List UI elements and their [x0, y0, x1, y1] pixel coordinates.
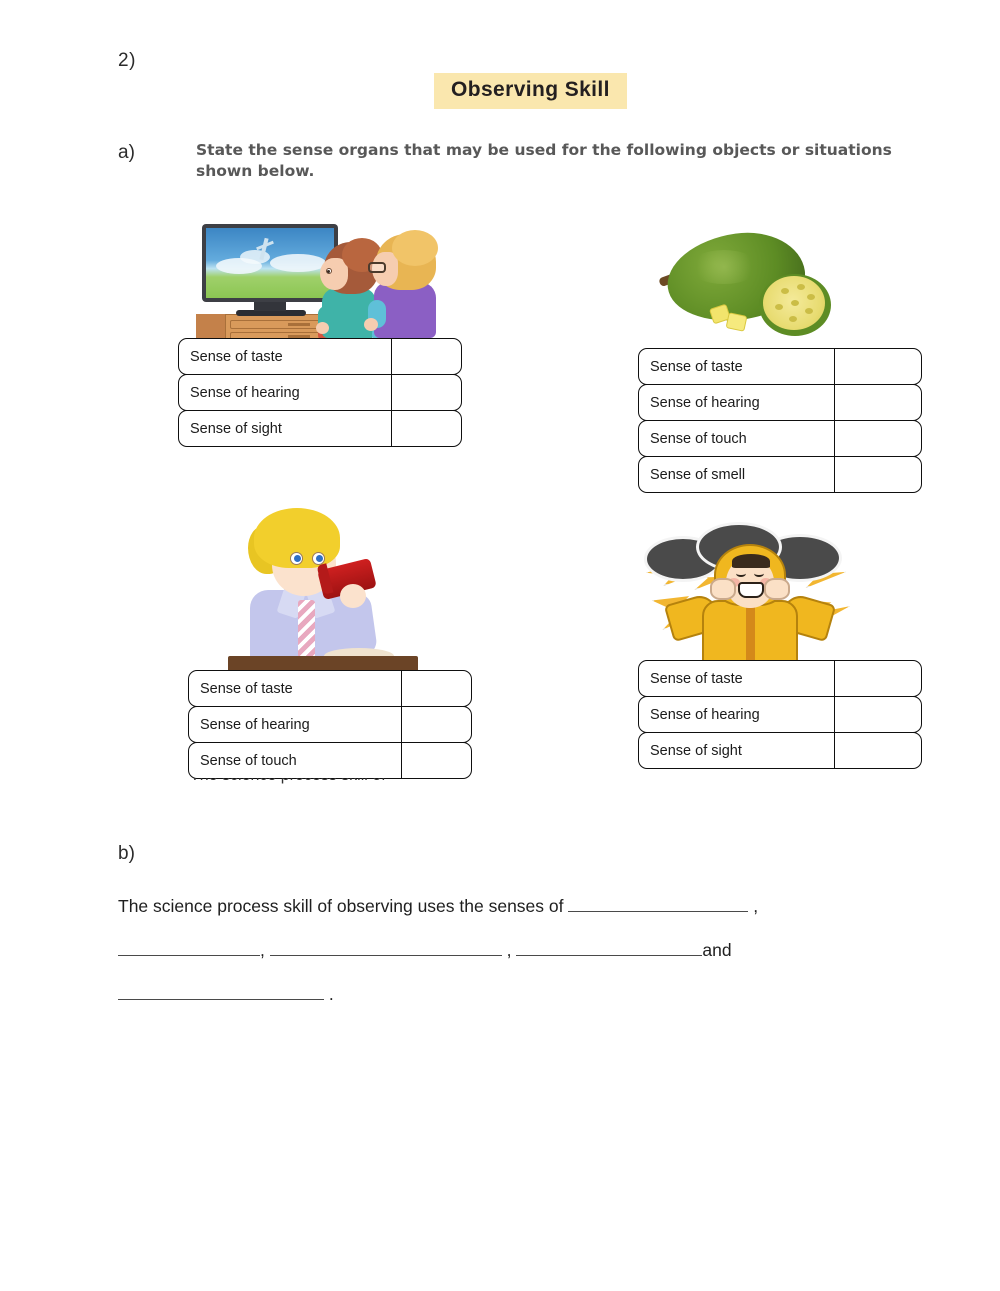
green-jackfruit-with-cut-half-illustration	[655, 228, 855, 340]
child-eye-right	[754, 570, 764, 577]
page-title: Observing Skill	[451, 78, 610, 101]
sense-row-label: Sense of sight	[639, 733, 835, 768]
sense-row: Sense of smell	[638, 456, 922, 493]
answer-blank-5[interactable]	[118, 984, 324, 1000]
sense-row: Sense of touch	[638, 420, 922, 457]
boy-hand	[340, 584, 366, 608]
sense-row: Sense of taste	[178, 338, 462, 375]
part-a-instruction: State the sense organs that may be used …	[196, 141, 892, 180]
sense-table-thunderstorm: Sense of taste Sense of hearing Sense of s…	[638, 660, 922, 769]
sense-row-answer-cell[interactable]	[835, 385, 921, 420]
sense-row-answer-cell[interactable]	[402, 743, 471, 778]
cloud-icon	[240, 250, 270, 264]
clipped-text-artifact: The science process skill of	[190, 778, 510, 788]
child-two-hand	[364, 318, 378, 331]
part-b-sentence-start: The science process skill of observing u…	[118, 896, 564, 916]
sense-row-answer-cell[interactable]	[392, 375, 461, 410]
child-hand-covering-ear-right	[764, 578, 790, 600]
sense-row-label: Sense of touch	[639, 421, 835, 456]
jackfruit-seed	[805, 308, 813, 314]
jackfruit-seed	[791, 300, 799, 306]
sense-row-answer-cell[interactable]	[835, 661, 921, 696]
sense-row-answer-cell[interactable]	[835, 349, 921, 384]
sense-row-answer-cell[interactable]	[402, 671, 471, 706]
sense-row-answer-cell[interactable]	[392, 339, 461, 374]
part-b-sentence: The science process skill of observing u…	[118, 884, 908, 1016]
jackfruit-skin-highlight	[689, 250, 759, 284]
children-watching-tv-illustration	[196, 222, 456, 342]
sense-row-answer-cell[interactable]	[392, 411, 461, 446]
comma-3: ,	[506, 940, 512, 960]
answer-blank-1[interactable]	[568, 896, 749, 912]
tv-screen	[206, 228, 334, 298]
jackfruit-seed	[797, 284, 805, 290]
sense-row: Sense of hearing	[638, 384, 922, 421]
child-one-hand	[316, 322, 329, 334]
sense-row-label: Sense of taste	[639, 349, 835, 384]
answer-blank-2[interactable]	[118, 940, 260, 956]
sense-row: Sense of sight	[178, 410, 462, 447]
answer-blank-3[interactable]	[269, 940, 502, 956]
sense-row: Sense of taste	[188, 670, 472, 707]
sense-row: Sense of taste	[638, 348, 922, 385]
child-hand-covering-ear-left	[710, 578, 736, 600]
child-covering-ears-in-thunderstorm-illustration	[640, 520, 860, 670]
sense-row-label: Sense of hearing	[189, 707, 402, 742]
sense-row: Sense of hearing	[178, 374, 462, 411]
sense-row-label: Sense of smell	[639, 457, 835, 492]
table-surface	[228, 656, 418, 670]
sense-table-jackfruit: Sense of taste Sense of hearing Sense of t…	[638, 348, 922, 493]
boy-pupil-left	[294, 555, 301, 562]
sense-row: Sense of hearing	[188, 706, 472, 743]
sense-row: Sense of hearing	[638, 696, 922, 733]
child-eye-left	[736, 570, 746, 577]
tv-frame	[202, 224, 338, 302]
sense-row-label: Sense of sight	[179, 411, 392, 446]
jackfruit-seed	[775, 304, 783, 310]
sense-row: Sense of taste	[638, 660, 922, 697]
sense-row: Sense of sight	[638, 732, 922, 769]
comma-2: ,	[260, 940, 265, 960]
sense-table-tv: Sense of taste Sense of hearing Sense of s…	[178, 338, 462, 447]
comma-1: ,	[753, 896, 759, 916]
conjunction: and	[702, 940, 732, 960]
eyeglasses-icon	[368, 262, 386, 273]
jackfruit-seed	[807, 294, 815, 300]
child-hair	[732, 554, 770, 568]
question-number: 2)	[118, 50, 136, 71]
jackfruit-seed	[789, 316, 797, 322]
cloud-icon	[270, 254, 326, 272]
raincoat-zipper	[746, 602, 755, 666]
answer-blank-4[interactable]	[516, 940, 703, 956]
sense-row-label: Sense of hearing	[179, 375, 392, 410]
sense-row-label: Sense of taste	[639, 661, 835, 696]
sense-row-label: Sense of hearing	[639, 385, 835, 420]
sense-row-answer-cell[interactable]	[402, 707, 471, 742]
child-two-hair-top	[392, 230, 438, 266]
sense-row-answer-cell[interactable]	[835, 457, 921, 492]
boy-pupil-right	[316, 555, 323, 562]
striped-necktie	[298, 600, 315, 658]
sense-row: Sense of touch	[188, 742, 472, 779]
sense-row-answer-cell[interactable]	[835, 697, 921, 732]
period: .	[328, 984, 334, 1004]
jackfruit-flesh-piece	[725, 312, 748, 332]
worksheet-title-highlight: Observing Skill	[434, 73, 627, 109]
jackfruit-seed	[781, 288, 789, 294]
sense-row-answer-cell[interactable]	[835, 733, 921, 768]
boy-drinking-from-red-cup-illustration	[228, 508, 418, 670]
sense-table-drinking: Sense of taste Sense of hearing Sense of t…	[188, 670, 472, 779]
child-one-pupil	[327, 270, 330, 273]
sense-row-answer-cell[interactable]	[835, 421, 921, 456]
child-mouth	[738, 582, 764, 598]
part-b-label: b)	[118, 843, 135, 864]
sense-row-label: Sense of touch	[189, 743, 402, 778]
part-a-label: a)	[118, 142, 135, 163]
sense-row-label: Sense of hearing	[639, 697, 835, 732]
sense-row-label: Sense of taste	[179, 339, 392, 374]
sense-row-label: Sense of taste	[189, 671, 402, 706]
tv-neck	[254, 302, 286, 311]
drawer-handle-top	[288, 323, 310, 326]
